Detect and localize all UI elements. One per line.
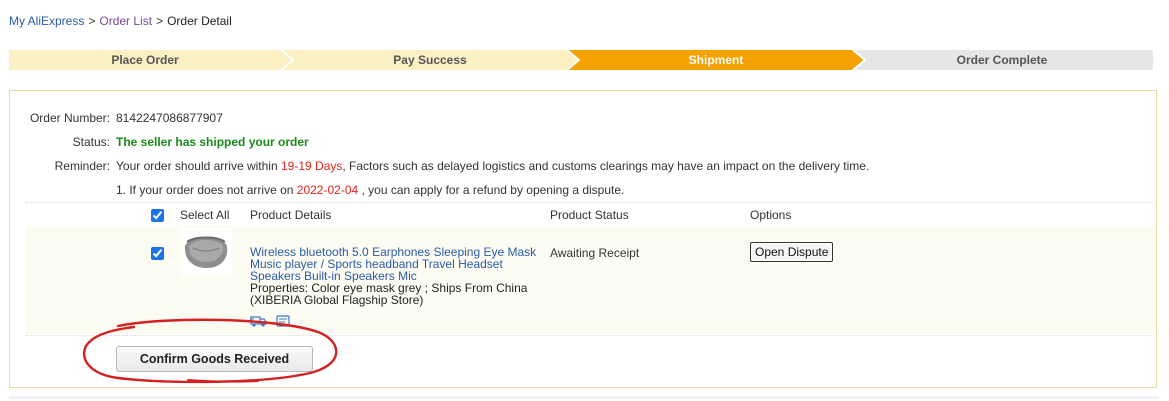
breadcrumb-separator: > (88, 14, 96, 28)
refund-note: 1. If your order does not arrive on 2022… (116, 183, 624, 197)
eye-mask-image (181, 228, 231, 276)
header-product-status: Product Status (550, 208, 629, 222)
status-value: The seller has shipped your order (116, 135, 309, 149)
progress-label-order-complete: Order Complete (956, 53, 1048, 67)
reminder-pre: Your order should arrive within (116, 159, 278, 173)
status-label: Status: (72, 135, 110, 149)
reminder-days: 19-19 Days (281, 159, 343, 173)
bottom-divider (9, 396, 1159, 399)
note-post: , you can apply for a refund by opening … (361, 183, 625, 197)
breadcrumb-current: Order Detail (167, 14, 232, 28)
progress-label-place-order: Place Order (111, 53, 179, 67)
product-title-link[interactable]: Wireless bluetooth 5.0 Earphones Sleepin… (250, 245, 536, 283)
annotation-circle (83, 318, 338, 384)
product-status: Awaiting Receipt (550, 246, 640, 260)
reminder-label: Reminder: (54, 159, 110, 173)
product-details: Wireless bluetooth 5.0 Earphones Sleepin… (250, 246, 545, 306)
order-number-value: 8142247086877907 (116, 111, 223, 125)
note-date: 2022-02-04 (296, 183, 359, 197)
breadcrumb-order-list[interactable]: Order List (99, 14, 152, 28)
product-store: (XIBERIA Global Flagship Store) (250, 293, 424, 307)
progress-label-pay-success: Pay Success (393, 53, 467, 67)
product-thumbnail[interactable] (181, 228, 231, 276)
order-progress-bar: Place Order Pay Success Shipment Order C… (9, 50, 1153, 70)
order-number-label: Order Number: (29, 111, 110, 125)
header-product-details: Product Details (250, 208, 332, 222)
header-options: Options (750, 208, 792, 222)
breadcrumb-separator: > (156, 14, 164, 28)
breadcrumb: My AliExpress > Order List > Order Detail (9, 14, 232, 28)
note-pre: 1. If your order does not arrive on (116, 183, 294, 197)
select-all-label: Select All (180, 208, 230, 222)
progress-label-shipment: Shipment (688, 53, 744, 67)
reminder-text: Your order should arrive within 19-19 Da… (116, 159, 869, 173)
open-dispute-button[interactable]: Open Dispute (750, 242, 834, 262)
product-checkbox[interactable] (151, 247, 164, 260)
breadcrumb-my-aliexpress[interactable]: My AliExpress (9, 14, 84, 28)
divider (26, 202, 1154, 203)
select-all-checkbox[interactable] (151, 209, 164, 222)
reminder-post: , Factors such as delayed logistics and … (342, 159, 870, 173)
